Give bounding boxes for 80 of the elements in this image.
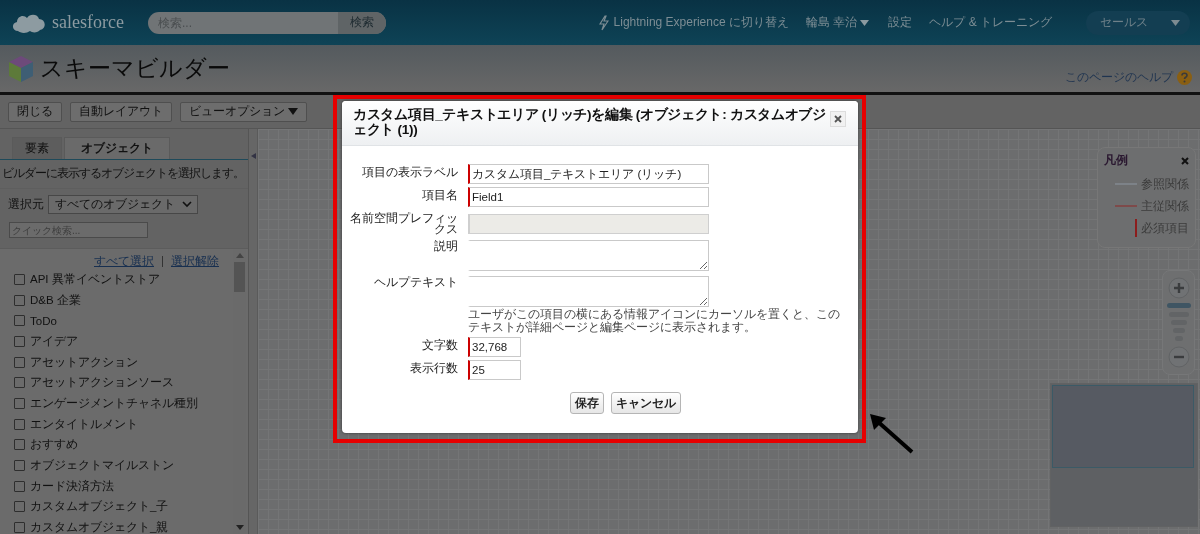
line-icon	[1115, 205, 1137, 207]
checkbox[interactable]	[14, 522, 25, 534]
object-label: アセットアクションソース	[30, 375, 174, 391]
number-field[interactable]: 25	[468, 360, 521, 380]
sidebar-tab[interactable]: オブジェクト	[64, 137, 170, 159]
field-label: 文字数	[421, 337, 458, 351]
close-button[interactable]	[830, 111, 846, 127]
object-label: アイデア	[30, 333, 78, 349]
checkbox[interactable]	[14, 418, 25, 430]
deselect-link[interactable]: 選択解除	[171, 252, 219, 270]
pointer-arrow	[868, 412, 914, 454]
scroll-up-icon[interactable]	[235, 253, 244, 258]
object-label: エンゲージメントチャネル種別	[30, 395, 198, 411]
object-label: カスタムオブジェクト_親	[30, 520, 169, 534]
checkbox[interactable]	[14, 273, 25, 285]
text-area[interactable]	[468, 240, 709, 271]
select-all-link[interactable]: すべて選択	[94, 252, 154, 270]
dialog-button[interactable]: キャンセル	[610, 392, 681, 414]
field-label: 項目の表示ラベル	[361, 164, 458, 178]
object-label: おすすめ	[30, 437, 78, 453]
field-label: ヘルプテキスト	[373, 274, 458, 288]
zoom-out-icon[interactable]	[1167, 346, 1190, 368]
checkbox[interactable]	[14, 377, 25, 389]
legend-title: 凡例	[1104, 152, 1128, 169]
lightning-icon	[598, 14, 609, 31]
object-select[interactable]: すべてのオブジェクト	[48, 195, 198, 214]
field-label: 名前空間プレフィックス	[349, 210, 458, 235]
number-field[interactable]: 32,768	[468, 337, 521, 357]
zoom-in-icon[interactable]	[1167, 277, 1190, 299]
checkbox[interactable]	[14, 315, 25, 327]
logo-text: salesforce	[52, 12, 124, 33]
toolbar-button[interactable]: ビューオプション	[180, 101, 307, 122]
close-icon	[834, 115, 842, 123]
field-label: 説明	[433, 238, 458, 252]
checkbox[interactable]	[14, 397, 25, 409]
object-label: アセットアクション	[30, 354, 138, 370]
nav-link[interactable]: 設定	[888, 14, 913, 31]
checkbox[interactable]	[14, 335, 25, 347]
search-button[interactable]: 検索	[338, 11, 386, 34]
chevron-icon	[182, 201, 192, 208]
text-field[interactable]: カスタム項目_テキストエリア (リッチ)	[468, 164, 709, 184]
object-label: カスタムオブジェクト_子	[30, 499, 169, 515]
object-label: API 異常イベントストア	[30, 271, 160, 287]
field-label: 項目名	[421, 187, 458, 201]
page-title: スキーマビルダー	[40, 54, 230, 83]
checkbox[interactable]	[14, 480, 25, 492]
caret-icon	[1171, 19, 1180, 26]
checkbox[interactable]	[14, 439, 25, 451]
object-label: オブジェクトマイルストン	[30, 458, 174, 474]
field-label: 表示行数	[409, 360, 458, 374]
dialog-button[interactable]: 保存	[569, 392, 604, 414]
help-note: ユーザがこの項目の横にある情報アイコンにカーソルを置くと、このテキストが詳細ページと編集ページに表示されます。	[468, 308, 840, 334]
app-menu[interactable]: セールス	[1086, 10, 1190, 35]
object-label: カード決済方法	[30, 478, 114, 494]
nav-link[interactable]: 輪島 幸治	[806, 14, 858, 31]
splitter-handle[interactable]	[249, 129, 258, 534]
close-icon[interactable]	[1181, 156, 1189, 165]
toolbar-button[interactable]: 自動レイアウト	[70, 101, 172, 122]
zoom-steps-drawing[interactable]	[1166, 302, 1191, 343]
object-label: ToDo	[30, 314, 57, 327]
object-label: D&B 企業	[30, 292, 81, 308]
dialog-title: カスタム項目_テキストエリア (リッチ)を編集 (オブジェクト: カスタムオブジェクト (1))	[353, 107, 827, 137]
cube-icon	[8, 54, 34, 83]
caret-icon	[288, 108, 298, 115]
toolbar-button[interactable]: 閉じる	[8, 101, 62, 122]
object-label: エンタイトルメント	[30, 416, 138, 432]
nav-link[interactable]: Lightning Experience に切り替え	[613, 14, 789, 31]
nav-link[interactable]: ヘルプ & トレーニング	[929, 14, 1052, 31]
sidebar-tab[interactable]: 要素	[12, 137, 62, 159]
hint-text: ビルダーに表示するオブジェクトを選択します。	[0, 160, 248, 189]
checkbox[interactable]	[14, 460, 25, 472]
scroll-down-icon[interactable]	[235, 525, 244, 530]
help-icon[interactable]	[1177, 70, 1192, 85]
text-area[interactable]	[468, 276, 709, 307]
caret-icon	[860, 19, 870, 26]
checkbox[interactable]	[14, 294, 25, 306]
select-label: 選択元	[8, 196, 44, 213]
checkbox[interactable]	[14, 501, 25, 513]
text-field[interactable]: Field1	[468, 187, 709, 207]
checkbox[interactable]	[14, 356, 25, 368]
